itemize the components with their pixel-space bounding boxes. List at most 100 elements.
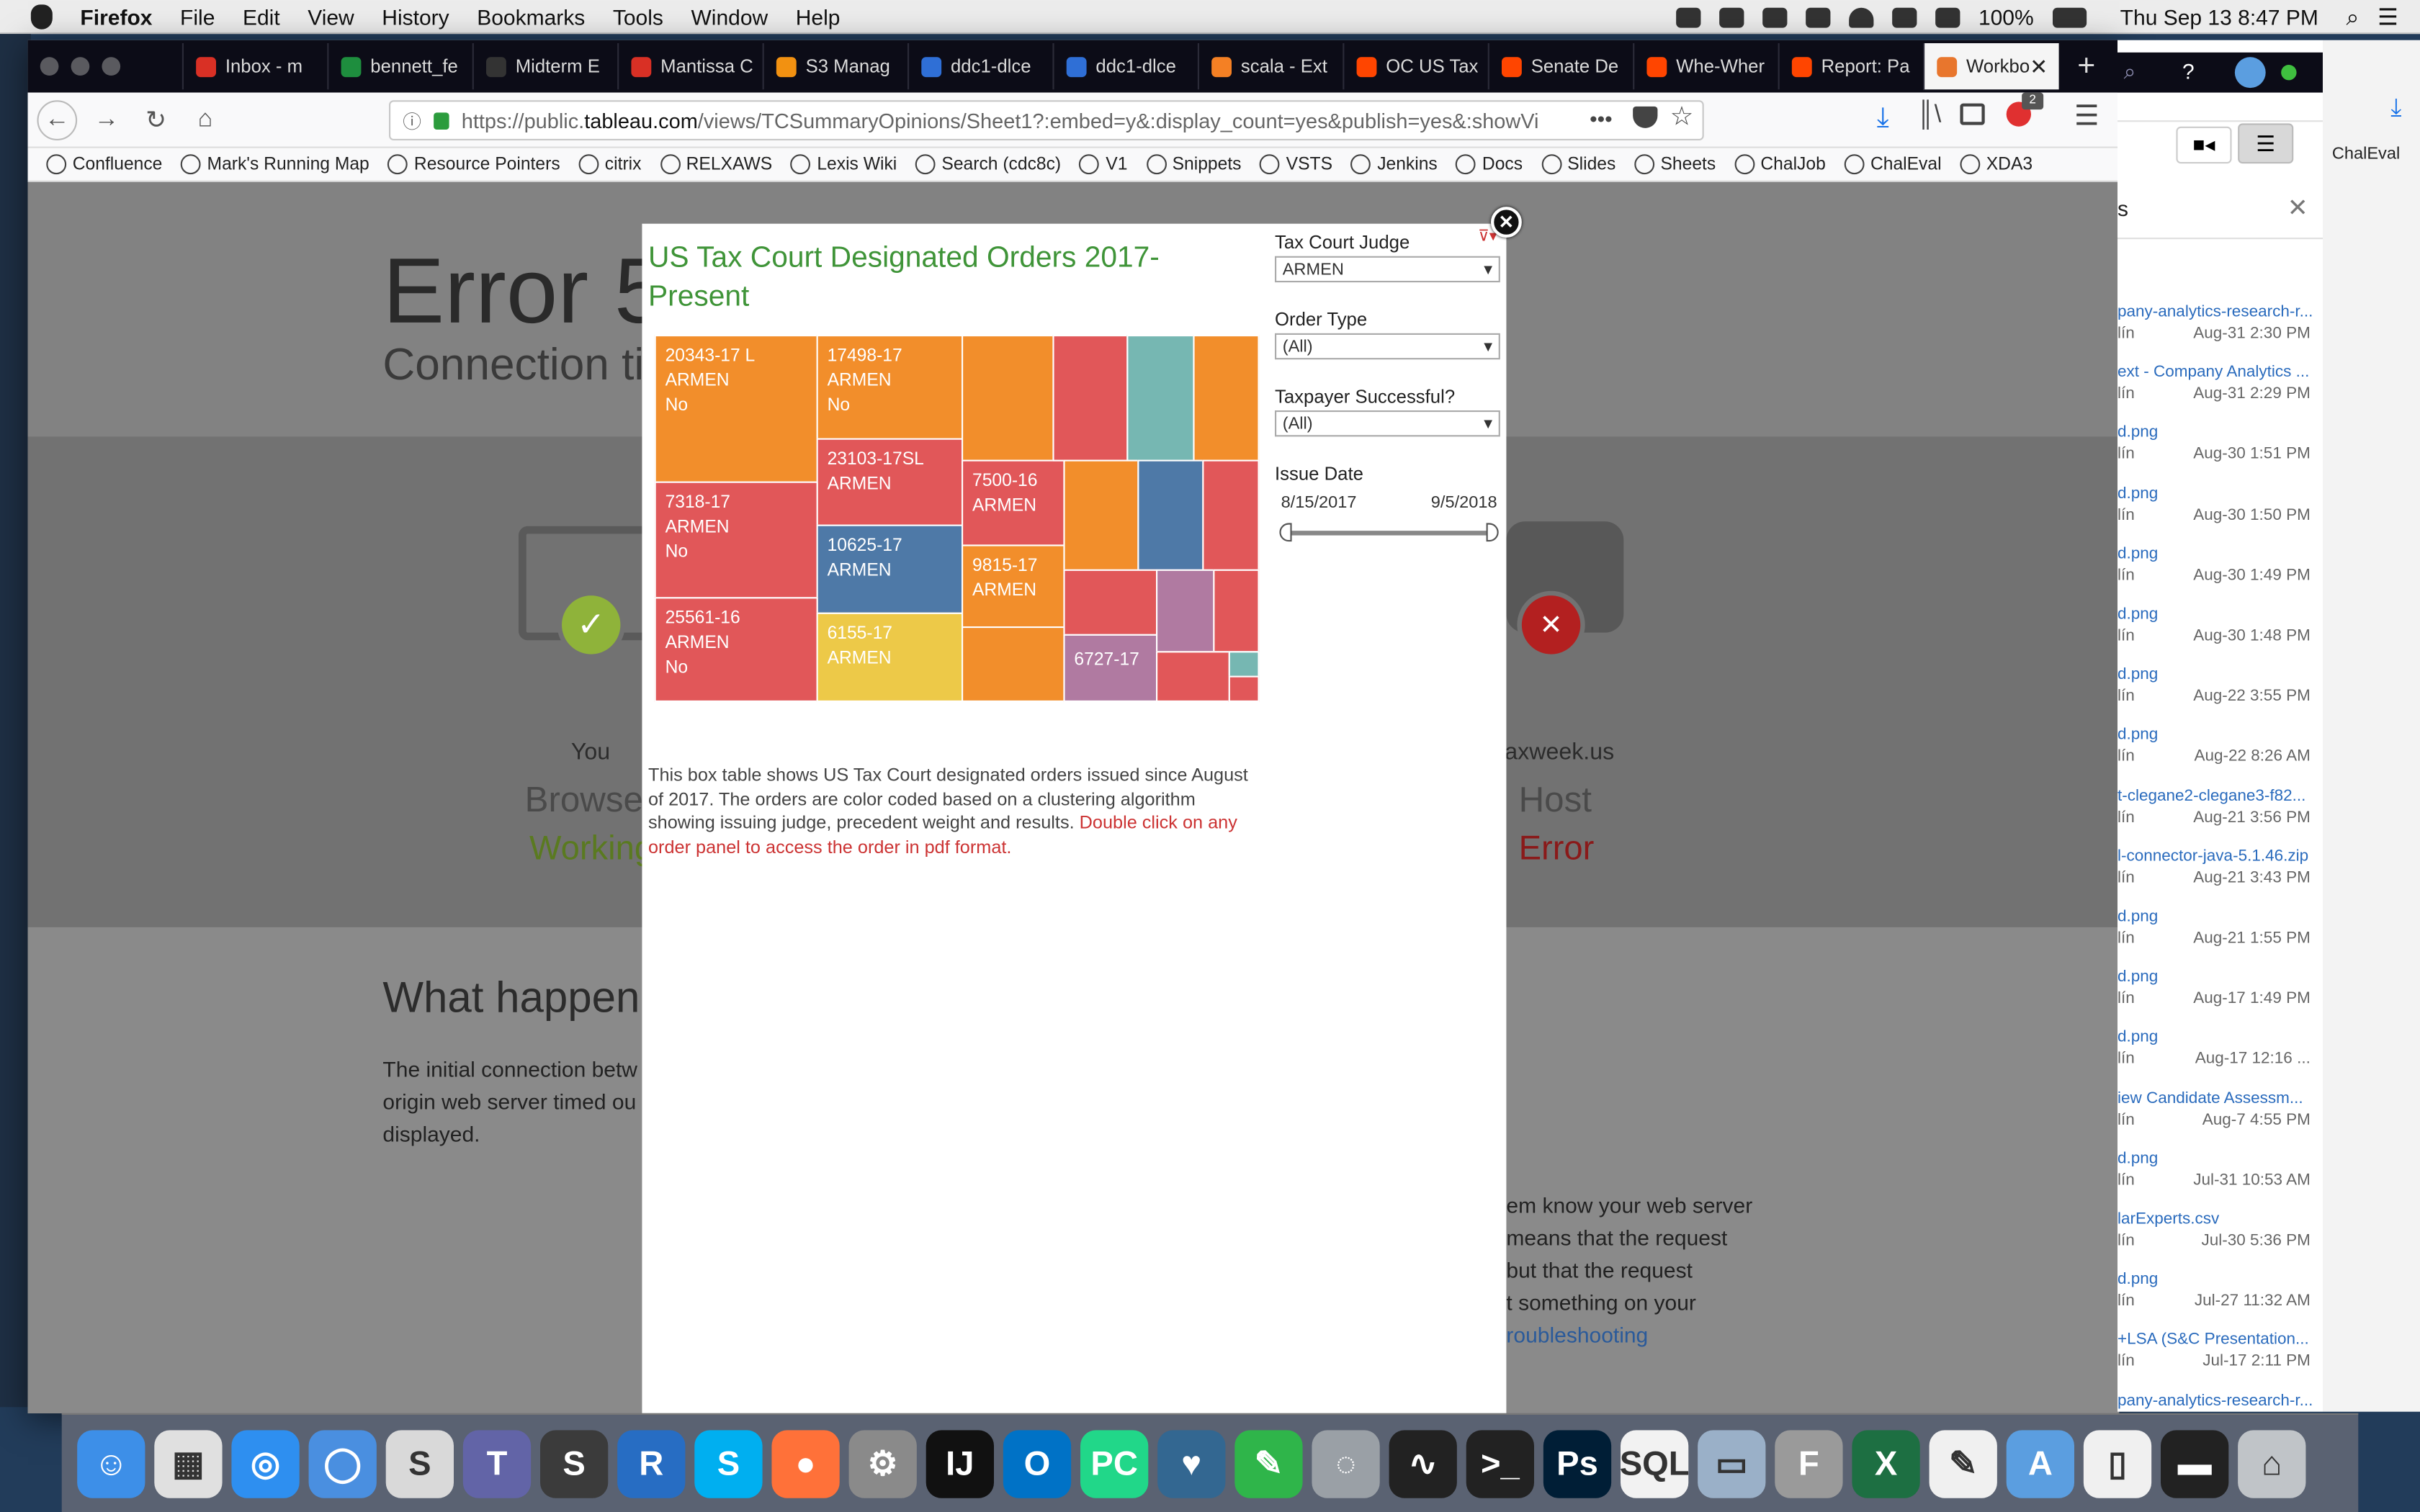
slider-handle-end[interactable] — [1486, 523, 1499, 542]
treemap-cell[interactable] — [1156, 569, 1215, 653]
close-modal-button[interactable]: ✕ — [1491, 207, 1522, 238]
dock-app-icon[interactable]: ♥ — [1157, 1429, 1226, 1498]
download-item[interactable]: iew Candidate Assessm... lín Aug-7 4:55 PM — [2118, 1087, 2323, 1130]
info-icon[interactable]: ⓘ — [403, 107, 421, 133]
avatar[interactable] — [2234, 57, 2266, 89]
treemap-cell[interactable] — [1156, 651, 1230, 702]
dock-app-icon[interactable]: ✎ — [1929, 1429, 1997, 1498]
order-type-dropdown[interactable]: (All) ▾ — [1275, 333, 1500, 360]
browser-tab[interactable]: bennett_fe — [327, 43, 472, 90]
treemap-cell[interactable]: 6155-17 ARMEN — [816, 612, 964, 702]
menu-view[interactable]: View — [308, 4, 354, 28]
cc-icon[interactable] — [1762, 6, 1788, 27]
menu-history[interactable]: History — [382, 4, 449, 28]
treemap-cell[interactable] — [962, 626, 1065, 702]
treemap-cell[interactable] — [1228, 651, 1260, 678]
dock-app-icon[interactable]: T — [462, 1429, 532, 1498]
download-item[interactable]: pany-analytics-research-r... lín Aug-31 2:… — [2118, 301, 2323, 344]
back-button[interactable]: ← — [37, 99, 78, 140]
troubleshooting-link[interactable]: roubleshooting — [1506, 1319, 1752, 1351]
download-item[interactable]: ext - Company Analytics ... lín Aug-31 2:2… — [2118, 361, 2323, 405]
library-icon[interactable]: ║\ — [1917, 102, 1941, 130]
download-item[interactable]: d.png lín Aug-17 12:16 ... — [2118, 1027, 2323, 1070]
bookmark-item[interactable]: XDA3 — [1960, 154, 2033, 175]
browser-tab[interactable]: ddc1-dlce — [1052, 43, 1197, 90]
bookmark-item[interactable]: VSTS — [1260, 154, 1332, 175]
download-item[interactable]: l-connector-java-5.1.46.zip lín Aug-21 3:4… — [2118, 845, 2323, 888]
download-item[interactable]: larExperts.csv lín Jul-30 5:36 PM — [2118, 1208, 2323, 1251]
download-name[interactable]: d.png — [2118, 603, 2323, 625]
slider-handle-start[interactable] — [1279, 523, 1292, 542]
bookmark-item[interactable]: Docs — [1456, 154, 1523, 175]
treemap-cell[interactable] — [1202, 459, 1260, 571]
dock-app-icon[interactable]: S — [540, 1429, 609, 1498]
date-range-slider[interactable]: 8/15/2017 9/5/2018 — [1275, 494, 1500, 549]
menu-tools[interactable]: Tools — [613, 4, 663, 28]
download-icon[interactable]: ⤓ — [2390, 96, 2401, 124]
download-item[interactable]: d.png lín Aug-21 1:55 PM — [2118, 906, 2323, 949]
dock-app-icon[interactable]: ◎ — [231, 1429, 300, 1498]
bookmark-item[interactable]: RELXAWS — [660, 154, 772, 175]
treemap-cell[interactable]: 23103-17SL ARMEN — [816, 438, 964, 526]
bookmark-item[interactable]: Jenkins — [1350, 154, 1438, 175]
dock-app-icon[interactable]: ◯ — [308, 1429, 377, 1498]
spotlight-search-icon[interactable]: ⌕ — [2346, 4, 2359, 30]
bookmark-item[interactable]: Lexis Wiki — [790, 154, 897, 175]
apple-menu-icon[interactable] — [30, 4, 53, 29]
download-name[interactable]: d.png — [2118, 543, 2323, 564]
dock-app-icon[interactable]: ∿ — [1389, 1429, 1457, 1498]
download-name[interactable]: d.png — [2118, 1148, 2323, 1169]
download-name[interactable]: d.png — [2118, 966, 2323, 988]
treemap-cell[interactable] — [1137, 459, 1204, 571]
browser-tab[interactable]: Midterm E — [472, 43, 617, 90]
bookmark-item[interactable]: Mark's Running Map — [181, 154, 369, 175]
judge-dropdown[interactable]: ARMEN ▾ — [1275, 256, 1500, 283]
taxpayer-successful-dropdown[interactable]: (All) ▾ — [1275, 410, 1500, 437]
download-icon[interactable]: ⤓ — [1877, 102, 1889, 134]
download-name[interactable]: pany-analytics-research-r... — [2118, 301, 2323, 323]
browser-tab[interactable]: Whe-Wher — [1633, 43, 1778, 90]
download-name[interactable]: d.png — [2118, 482, 2323, 504]
dock-app-icon[interactable]: >_ — [1466, 1429, 1534, 1498]
browser-tab[interactable]: Mantissa C — [617, 43, 762, 90]
treemap-cell[interactable]: 20343-17 L ARMEN No — [654, 335, 818, 483]
clock[interactable]: Thu Sep 13 8:47 PM — [2120, 4, 2318, 29]
reload-button[interactable]: ↻ — [136, 99, 176, 140]
download-name[interactable]: t-clegane2-clegane3-f82... — [2118, 785, 2323, 806]
treemap-cell[interactable]: 17498-17 ARMEN No — [816, 335, 964, 440]
download-item[interactable]: +LSA (S&C Presentation... lín Jul-17 2:11 … — [2118, 1329, 2323, 1372]
treemap-cell[interactable] — [1213, 569, 1260, 653]
slider-track[interactable] — [1287, 531, 1491, 536]
download-item[interactable]: t-clegane2-clegane3-f82... lín Aug-21 3:56… — [2118, 785, 2323, 828]
download-name[interactable]: d.png — [2118, 1027, 2323, 1048]
treemap-cell[interactable] — [1063, 569, 1158, 636]
browser-tab[interactable]: ddc1-dlce — [908, 43, 1052, 90]
download-item[interactable]: d.png lín Aug-22 3:55 PM — [2118, 664, 2323, 707]
treemap-cell[interactable]: 6727-17 — [1063, 634, 1158, 702]
bookmark-item[interactable]: Resource Pointers — [387, 154, 560, 175]
star-bookmark-icon[interactable]: ☆ — [1670, 102, 1694, 132]
dock-app-icon[interactable]: R — [617, 1429, 686, 1498]
treemap-cell[interactable] — [1228, 675, 1260, 702]
volume-icon[interactable] — [1935, 6, 1960, 27]
bell-icon[interactable] — [1805, 6, 1831, 27]
dock-app-icon[interactable]: S — [694, 1429, 763, 1498]
close-window-button[interactable] — [40, 57, 59, 76]
bookmark-item[interactable]: Sheets — [1634, 154, 1716, 175]
battery-icon[interactable] — [2052, 6, 2087, 27]
dock-app-icon[interactable]: ☺ — [77, 1429, 145, 1498]
dock-app-icon[interactable]: ▦ — [154, 1429, 223, 1498]
video-icon[interactable]: ■◂ — [2176, 126, 2232, 164]
dock-app-icon[interactable]: ⌂ — [2238, 1429, 2306, 1498]
dock-app-icon[interactable]: ▭ — [1698, 1429, 1766, 1498]
download-name[interactable]: ext - Company Analytics ... — [2118, 361, 2323, 383]
bookmark-item[interactable]: Confluence — [46, 154, 162, 175]
bookmark-chaleval[interactable]: ChalEval — [2332, 145, 2400, 163]
home-button[interactable]: ⌂ — [185, 99, 225, 140]
search-icon[interactable]: ⌕ — [2124, 58, 2136, 84]
page-actions-icon[interactable]: ••• — [1590, 107, 1613, 131]
treemap-cell[interactable] — [962, 335, 1054, 462]
url-bar[interactable]: ⓘ https://public. tableau.com/views/TCSum… — [389, 100, 1704, 140]
treemap-cell[interactable]: 9815-17 ARMEN — [962, 544, 1065, 629]
list-view-icon[interactable]: ☰ — [2238, 123, 2294, 164]
